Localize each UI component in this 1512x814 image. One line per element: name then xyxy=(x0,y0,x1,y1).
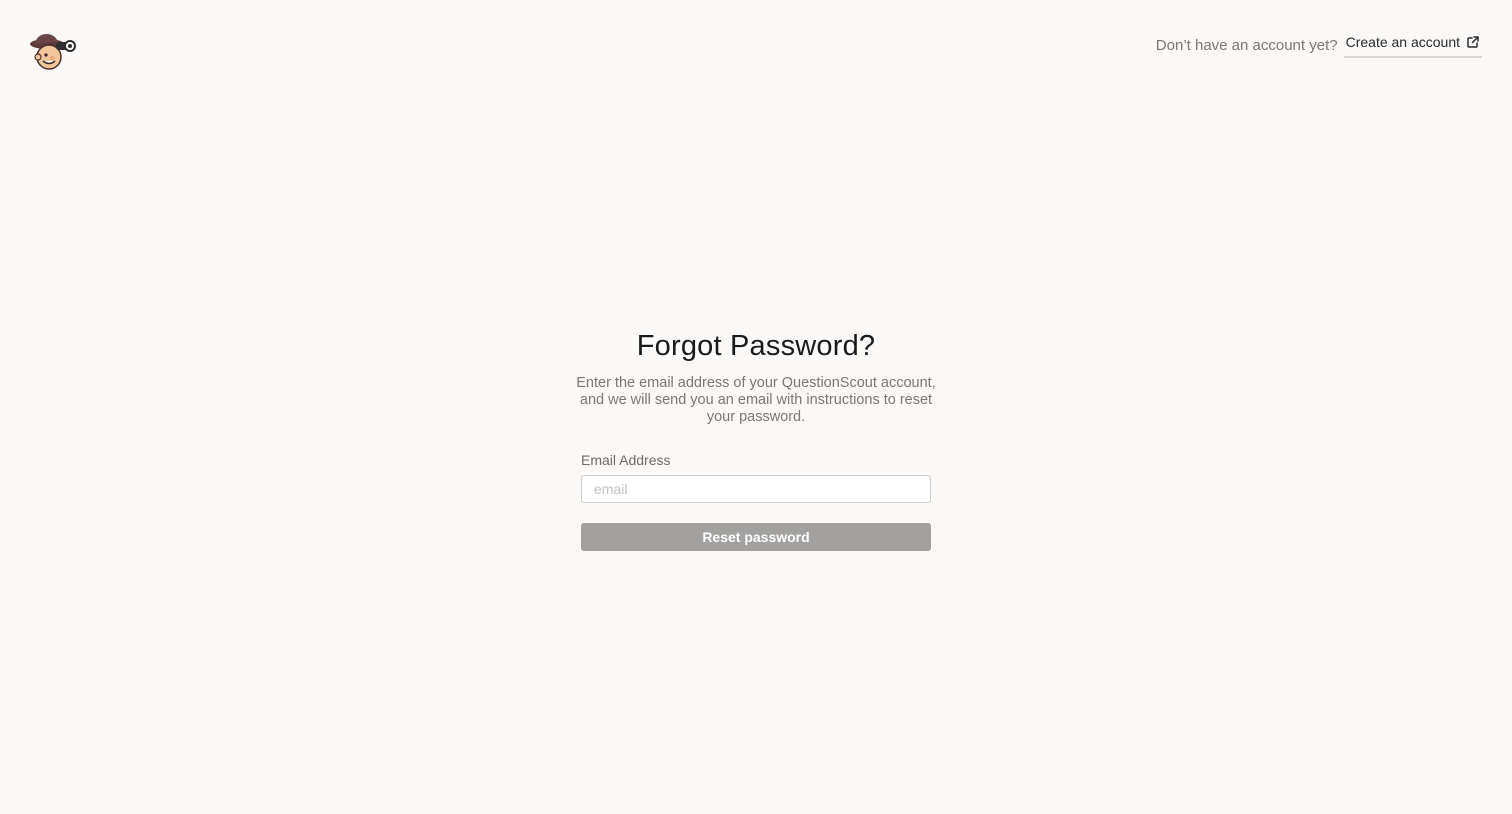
no-account-prompt: Don’t have an account yet? xyxy=(1155,36,1338,54)
header-account-prompt: Don’t have an account yet? Create an acc… xyxy=(1156,32,1482,58)
page-description: Enter the email address of your Question… xyxy=(576,375,936,425)
forgot-password-page: Don’t have an account yet? Create an acc… xyxy=(0,0,1512,814)
page-title: Forgot Password? xyxy=(636,330,876,362)
create-account-link[interactable]: Create an account xyxy=(1343,32,1482,58)
email-label: Email Address xyxy=(581,452,671,468)
email-input[interactable] xyxy=(581,475,931,503)
forgot-password-panel: Forgot Password? Enter the email address… xyxy=(566,330,946,551)
create-account-label: Create an account xyxy=(1345,34,1460,50)
reset-password-form: Email Address Reset password xyxy=(581,452,931,551)
detective-mascot-icon[interactable] xyxy=(28,28,76,72)
external-link-icon xyxy=(1466,35,1480,49)
reset-password-button[interactable]: Reset password xyxy=(581,523,931,551)
